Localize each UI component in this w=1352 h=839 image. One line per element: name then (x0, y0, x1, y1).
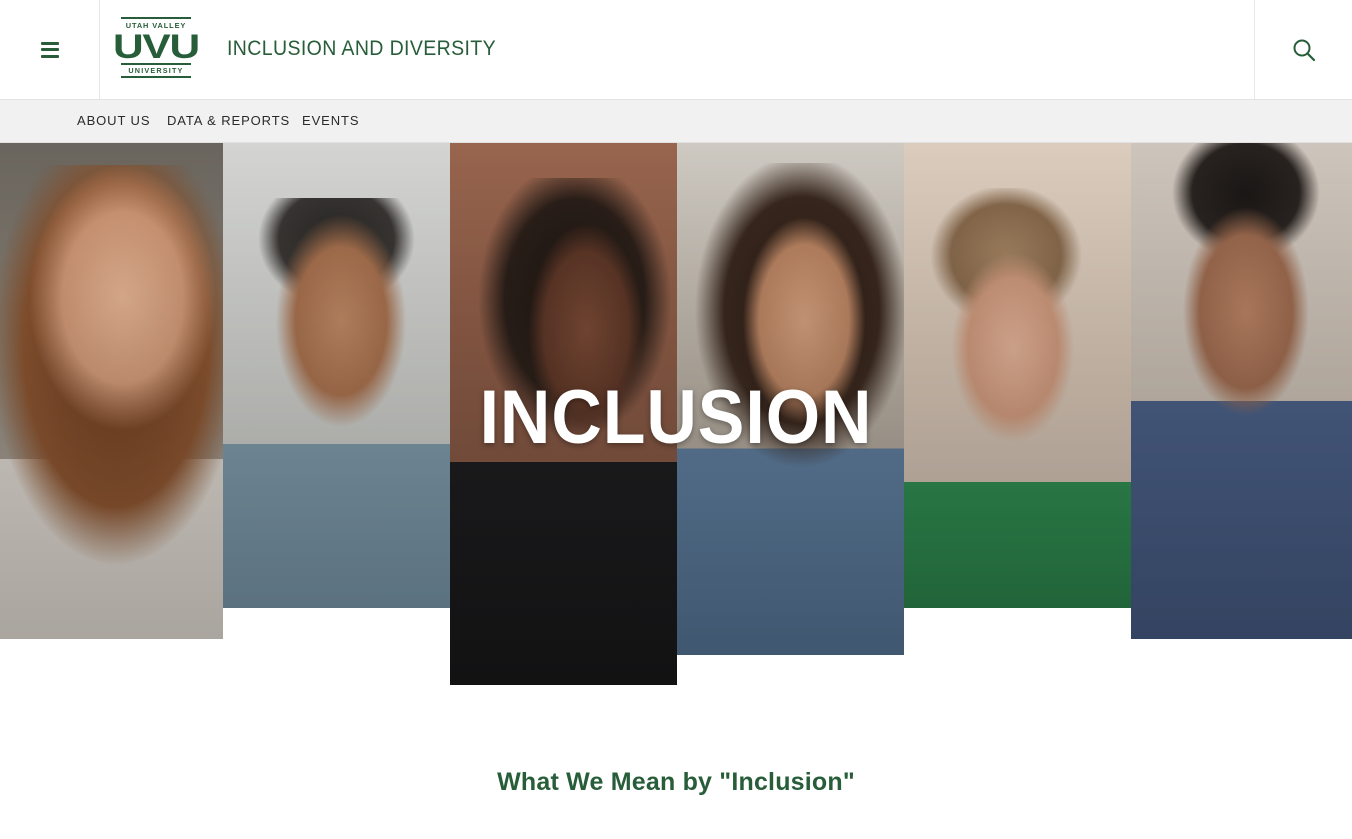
nav-about-us[interactable]: ABOUT US (77, 113, 150, 129)
search-button[interactable] (1254, 0, 1352, 99)
site-header: UTAH VALLEY UVU UNIVERSITY INCLUSION AND… (0, 0, 1352, 100)
logo-mark: UVU (112, 28, 200, 66)
section-nav: ABOUT US DATA & REPORTS EVENTS (0, 100, 1352, 143)
uvu-logo-link[interactable]: UTAH VALLEY UVU UNIVERSITY (113, 17, 200, 79)
hero-headline: INCLUSION (479, 375, 873, 460)
logo-bottom-text: UNIVERSITY (128, 66, 184, 75)
site-title[interactable]: INCLUSION AND DIVERSITY (227, 36, 496, 62)
hamburger-menu-icon (40, 41, 59, 58)
nav-data-reports[interactable]: DATA & REPORTS (167, 113, 290, 129)
section-heading: What We Mean by "Inclusion" (497, 768, 855, 796)
menu-button[interactable] (0, 0, 100, 99)
search-icon (1293, 39, 1315, 61)
nav-events[interactable]: EVENTS (302, 113, 359, 129)
hero-banner: INCLUSION (0, 143, 1352, 688)
